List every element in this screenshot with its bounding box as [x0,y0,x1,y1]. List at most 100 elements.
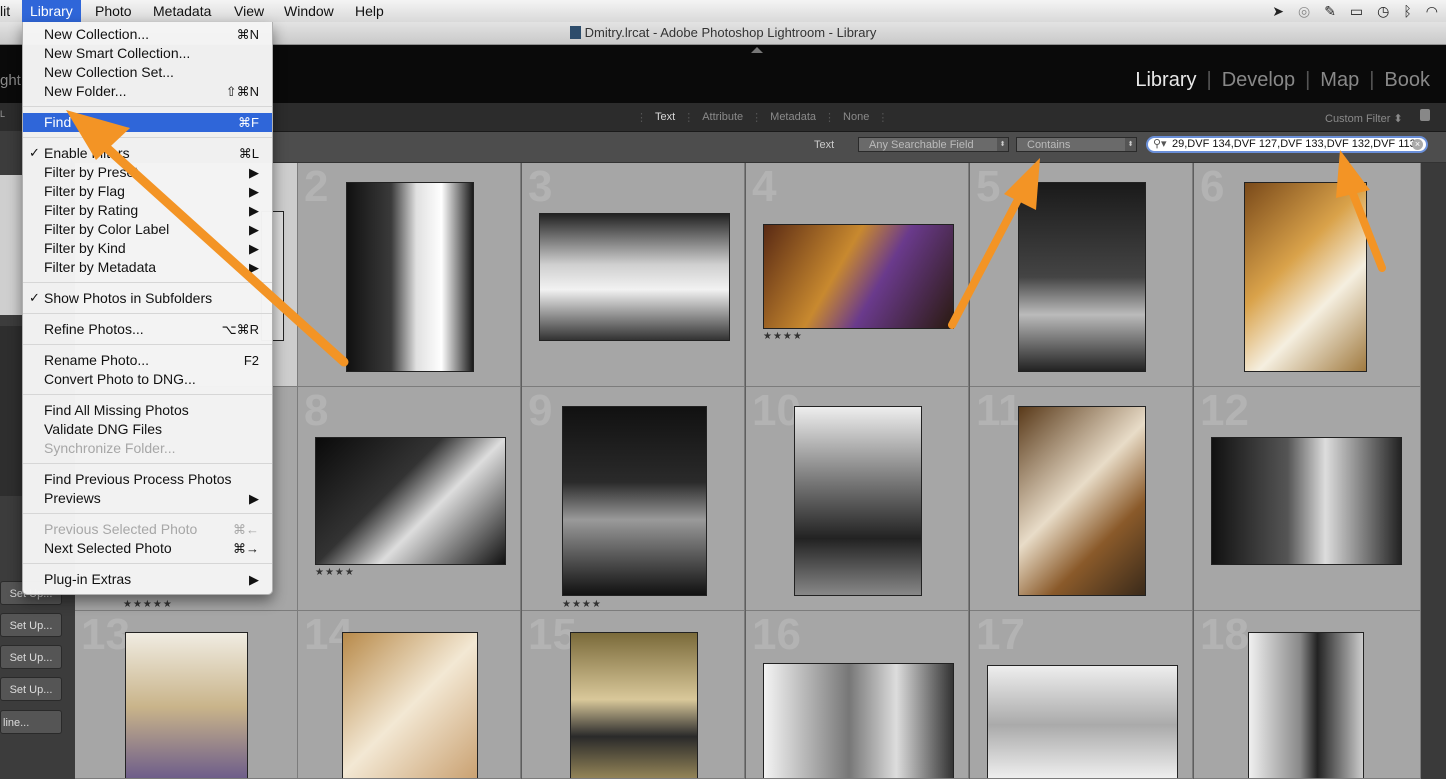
text-filter-search-input[interactable]: ⚲▾ 29,DVF 134,DVF 127,DVF 133,DVF 132,DV… [1146,136,1428,153]
menu-item-filter-by-kind[interactable]: Filter by Kind ▶ [23,239,272,258]
photo-thumbnail[interactable] [570,632,698,778]
module-develop[interactable]: Develop [1222,69,1295,92]
menu-metadata[interactable]: Metadata [145,0,219,22]
star-rating[interactable]: ★★★★ [562,599,602,610]
photo-thumbnail[interactable] [562,406,707,596]
menu-item-previews[interactable]: Previews ▶ [23,489,272,508]
grid-cell[interactable]: 2 [298,163,521,387]
photo-thumbnail[interactable] [763,663,954,778]
photo-thumbnail[interactable] [346,182,474,372]
lock-icon[interactable] [1420,109,1430,121]
setup-button[interactable]: Set Up... [0,613,62,637]
menu-item-new-collection-set[interactable]: New Collection Set... [23,63,272,82]
submenu-arrow-icon: ▶ [249,184,259,199]
grid-cell[interactable]: 15 [522,611,745,779]
menu-item-find[interactable]: Find ⌘F [23,113,272,132]
grid-cell[interactable]: 10 [746,387,969,611]
photo-thumbnail[interactable] [1248,632,1364,778]
module-library[interactable]: Library [1135,69,1196,92]
menu-item-new-collection[interactable]: New Collection... ⌘N [23,25,272,44]
filter-tab-text[interactable]: Text [647,111,683,124]
collapse-top-panel-icon[interactable] [751,47,763,53]
menu-item-filter-by-preset[interactable]: Filter by Preset ▶ [23,163,272,182]
setup-button[interactable]: Set Up... [0,677,62,701]
photo-thumbnail[interactable] [1018,182,1146,372]
menu-view[interactable]: View [226,0,272,22]
photo-thumbnail[interactable] [539,213,730,341]
grid-cell[interactable]: 18 [1194,611,1421,779]
menu-item-rename-photo[interactable]: Rename Photo... F2 [23,351,272,370]
menu-item-new-folder[interactable]: New Folder... ⇧⌘N [23,82,272,101]
online-button[interactable]: line... [0,710,62,734]
wifi-icon[interactable]: ◠ [1426,3,1438,20]
menu-help[interactable]: Help [347,0,392,22]
grid-cell[interactable]: 17 [970,611,1193,779]
match-rule-select[interactable]: Contains ⬍ [1016,137,1137,152]
menu-item-validate-dng[interactable]: Validate DNG Files [23,420,272,439]
menu-edit-fragment[interactable]: lit [0,0,18,22]
searchable-field-select[interactable]: Any Searchable Field ⬍ [858,137,1009,152]
menu-item-enable-filters[interactable]: ✓ Enable Filters ⌘L [23,144,272,163]
photo-thumbnail[interactable] [315,437,506,565]
photo-thumbnail[interactable] [342,632,478,778]
menu-item-new-smart-collection[interactable]: New Smart Collection... [23,44,272,63]
sync-icon[interactable]: ◎ [1298,3,1310,20]
photo-thumbnail[interactable] [987,665,1178,778]
filter-tab-metadata[interactable]: Metadata [762,111,824,124]
menu-item-find-missing-photos[interactable]: Find All Missing Photos [23,401,272,420]
filter-tabs: ⋮ Text ⋮ Attribute ⋮ Metadata ⋮ None ⋮ [636,111,889,124]
library-menu: New Collection... ⌘N New Smart Collection… [22,22,273,595]
menu-item-show-photos-in-subfolders[interactable]: ✓ Show Photos in Subfolders [23,289,272,308]
menu-item-filter-by-rating[interactable]: Filter by Rating ▶ [23,201,272,220]
grid-cell[interactable]: 8 ★★★★ [298,387,521,611]
library-grid: 2 3 4 ★★★★ 5 6 ★★★★★ 8 ★★★★ 9 ★★★★ 10 11 [75,163,1421,779]
module-book[interactable]: Book [1384,69,1430,92]
menu-item-next-selected[interactable]: Next Selected Photo ⌘→ [23,539,272,558]
menu-item-filter-by-metadata[interactable]: Filter by Metadata ▶ [23,258,272,277]
clear-search-icon[interactable]: × [1412,139,1423,150]
menu-library[interactable]: Library [22,0,81,22]
bluetooth-icon[interactable]: ᛒ [1403,3,1411,19]
dropbox-icon[interactable]: ➤ [1272,3,1284,20]
grid-cell[interactable]: 3 [522,163,745,387]
tools-icon[interactable]: ✎ [1324,3,1336,20]
identity-plate: ght [0,72,21,89]
filter-tab-attribute[interactable]: Attribute [694,111,751,124]
menu-item-refine-photos[interactable]: Refine Photos... ⌥⌘R [23,320,272,339]
grid-cell[interactable]: 16 [746,611,969,779]
photo-thumbnail[interactable] [1018,406,1146,596]
menu-item-filter-by-color-label[interactable]: Filter by Color Label ▶ [23,220,272,239]
menu-item-filter-by-flag[interactable]: Filter by Flag ▶ [23,182,272,201]
grid-cell[interactable]: 9 ★★★★ [522,387,745,611]
menu-window[interactable]: Window [276,0,342,22]
grid-cell[interactable]: 6 [1194,163,1421,387]
grid-cell[interactable]: 5 [970,163,1193,387]
star-rating[interactable]: ★★★★★ [123,599,173,610]
grid-scrollbar[interactable] [1421,163,1446,779]
menu-item-find-previous-process[interactable]: Find Previous Process Photos [23,470,272,489]
filter-preset-select[interactable]: Custom Filter ⬍ [1325,112,1403,125]
photo-thumbnail[interactable] [1211,437,1402,565]
document-icon [569,26,581,39]
photo-thumbnail[interactable] [1244,182,1367,372]
time-machine-icon[interactable]: ◷ [1377,3,1389,20]
grid-cell[interactable]: 13 [75,611,298,779]
photo-thumbnail[interactable] [125,632,248,778]
grid-cell[interactable]: 11 [970,387,1193,611]
search-icon[interactable]: ⚲▾ [1153,138,1167,151]
star-rating[interactable]: ★★★★ [763,331,803,342]
menu-item-convert-to-dng[interactable]: Convert Photo to DNG... [23,370,272,389]
star-rating[interactable]: ★★★★ [315,567,355,578]
photo-thumbnail[interactable] [794,406,922,596]
grid-cell[interactable]: 4 ★★★★ [746,163,969,387]
grid-cell[interactable]: 12 [1194,387,1421,611]
airplay-icon[interactable]: ▭ [1350,3,1363,20]
filter-tab-none[interactable]: None [835,111,877,124]
menu-item-plugin-extras[interactable]: Plug-in Extras ▶ [23,570,272,589]
navigator-preview[interactable] [0,175,22,315]
menu-photo[interactable]: Photo [87,0,140,22]
module-map[interactable]: Map [1320,69,1359,92]
photo-thumbnail[interactable] [763,224,954,329]
setup-button[interactable]: Set Up... [0,645,62,669]
grid-cell[interactable]: 14 [298,611,521,779]
